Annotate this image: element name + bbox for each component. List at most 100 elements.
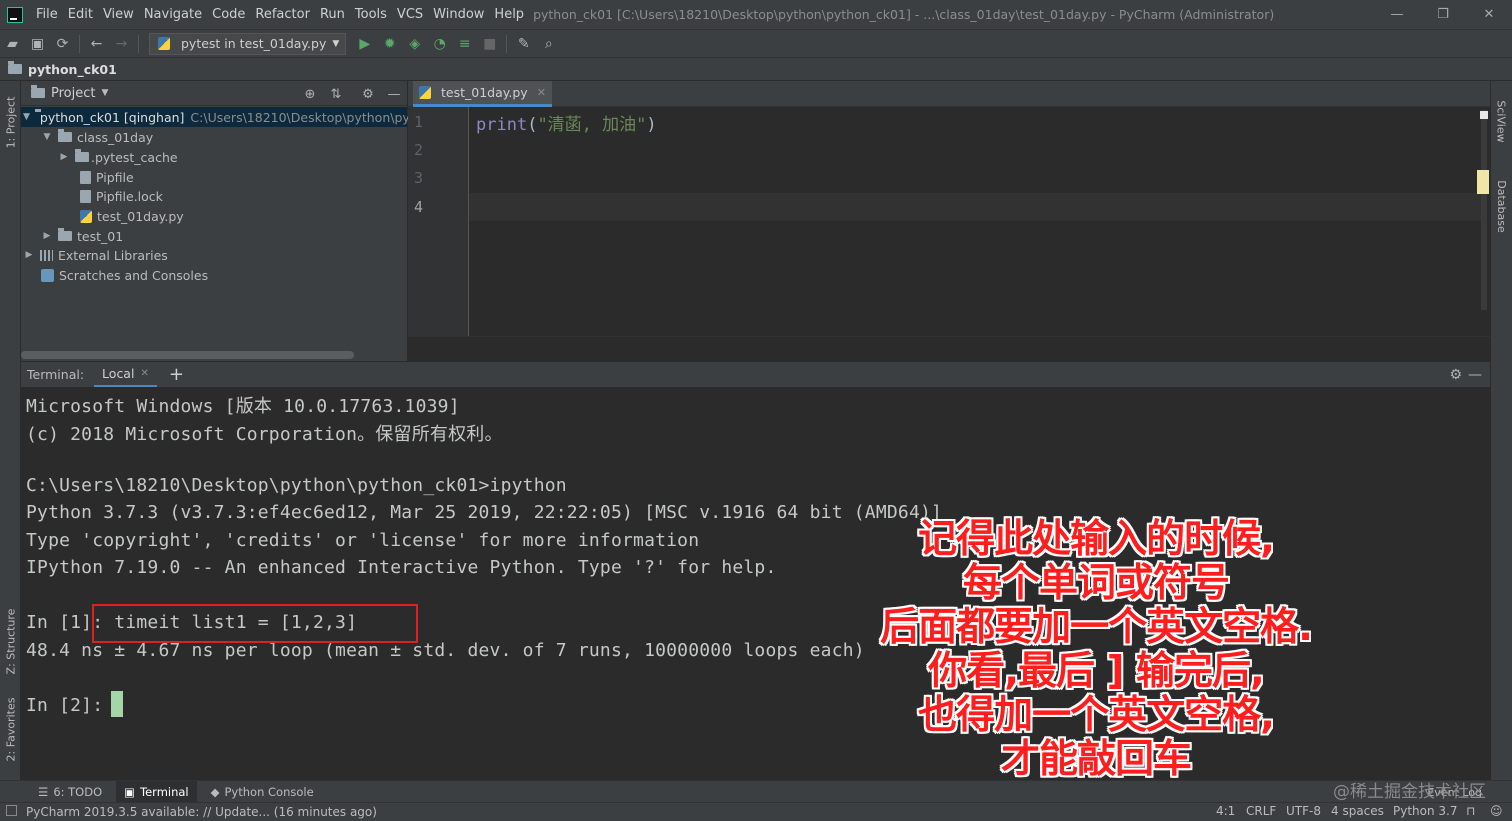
tree-item-pipfile[interactable]: Pipfile <box>21 167 407 187</box>
cursor-position[interactable]: 4:1 <box>1216 804 1235 818</box>
favorites-tool-tab[interactable]: 2: Favorites <box>0 689 21 769</box>
open-folder-icon[interactable]: ▰ <box>0 33 25 55</box>
tree-item-label: External Libraries <box>58 247 168 263</box>
tree-item-class-01day[interactable]: ▼ class_01day <box>21 127 407 147</box>
menu-window[interactable]: Window <box>428 0 489 29</box>
horizontal-scrollbar[interactable] <box>21 351 354 359</box>
tree-item-label: Pipfile.lock <box>96 188 163 204</box>
annotation-line: 你看,最后 ] 输完后, <box>928 649 1265 694</box>
sync-icon[interactable]: ⟳ <box>50 33 75 55</box>
terminal-line: (c) 2018 Microsoft Corporation。保留所有权利。 <box>26 424 503 445</box>
gear-icon[interactable]: ⚙ <box>358 84 378 104</box>
menu-view[interactable]: View <box>98 0 139 29</box>
new-terminal-plus-icon[interactable]: + <box>169 364 184 385</box>
close-tab-icon[interactable]: ✕ <box>140 368 148 379</box>
expanded-arrow-icon: ▼ <box>23 112 30 122</box>
sciview-tool-tab[interactable]: SciView <box>1491 91 1512 151</box>
folder-icon <box>75 149 89 162</box>
lock-icon[interactable]: ⊓ <box>1466 804 1475 818</box>
terminal-line: Type 'copyright', 'credits' or 'license'… <box>26 530 700 551</box>
line-separator[interactable]: CRLF <box>1246 804 1276 818</box>
tree-item-label: test_01 <box>77 228 124 244</box>
expanded-arrow-icon: ▼ <box>43 132 51 142</box>
inspection-status-icon[interactable] <box>1480 111 1488 119</box>
tool-tab-python-console[interactable]: ◆ Python Console <box>203 781 322 803</box>
terminal-tab-local[interactable]: Local ✕ <box>94 362 157 388</box>
indent-setting[interactable]: 4 spaces <box>1331 804 1384 818</box>
code-editor[interactable]: print("清菡, 加油") <box>469 107 1490 336</box>
close-tab-icon[interactable]: ✕ <box>537 86 546 99</box>
profile-icon[interactable]: ◔ <box>427 33 452 55</box>
menu-run[interactable]: Run <box>315 0 350 29</box>
project-panel-header: Project ▼ ⊕ ⇅ ⚙ — <box>21 81 407 106</box>
line-number: 3 <box>414 169 424 187</box>
structure-tool-tab[interactable]: Z: Structure <box>0 596 21 686</box>
right-tool-strip: SciView Database <box>1490 81 1512 780</box>
save-all-icon[interactable]: ▣ <box>25 33 50 55</box>
breadcrumb-project[interactable]: python_ck01 <box>28 62 117 77</box>
collapse-all-icon[interactable]: ⇅ <box>326 84 346 104</box>
hide-panel-icon[interactable]: — <box>384 84 404 104</box>
tool-tab-terminal[interactable]: ▣ Terminal <box>116 780 197 803</box>
menu-file[interactable]: File <box>31 0 63 29</box>
editor-tab-label: test_01day.py <box>441 85 528 100</box>
status-toggle-icon[interactable] <box>6 805 17 816</box>
menu-help[interactable]: Help <box>489 0 529 29</box>
line-number-gutter: 1 2 3 4 <box>408 107 469 336</box>
back-arrow-icon[interactable]: ← <box>84 33 109 55</box>
tree-item-pytest-cache[interactable]: ▶ .pytest_cache <box>21 147 407 167</box>
editor-tab-test-01day[interactable]: test_01day.py ✕ <box>413 81 552 107</box>
locate-icon[interactable]: ⊕ <box>300 84 320 104</box>
terminal-icon: ▣ <box>124 784 136 799</box>
code-string: "清菡, 加油" <box>537 115 647 135</box>
python-file-icon <box>419 86 431 99</box>
coverage-icon[interactable]: ◈ <box>402 33 427 55</box>
tree-item-external-libraries[interactable]: ▶ External Libraries <box>21 245 407 265</box>
scrollbar-marker <box>1477 170 1489 194</box>
chevron-down-icon: ▼ <box>101 88 109 98</box>
title-bar: File Edit View Navigate Code Refactor Ru… <box>0 0 1512 29</box>
run-config-label: pytest in test_01day.py <box>181 36 327 51</box>
run-icon[interactable]: ▶ <box>352 33 377 55</box>
project-view-selector[interactable]: Project <box>51 86 95 101</box>
tree-item-label: Scratches and Consoles <box>59 267 209 283</box>
run-config-select[interactable]: pytest in test_01day.py ▼ <box>149 32 347 55</box>
concurrency-icon[interactable]: ≡ <box>452 33 477 55</box>
gear-icon[interactable]: ⚙ <box>1449 367 1462 383</box>
tree-item-scratches[interactable]: Scratches and Consoles <box>21 265 407 285</box>
tree-item-root[interactable]: ▼ python_ck01 [qinghan] C:\Users\18210\D… <box>21 107 410 127</box>
annotation-line: 记得此处输入的时候, <box>918 517 1275 562</box>
close-window-button[interactable]: ✕ <box>1466 0 1512 29</box>
hide-panel-icon[interactable]: — <box>1468 367 1482 383</box>
stop-icon[interactable]: ■ <box>477 33 502 55</box>
tree-item-pipfile-lock[interactable]: Pipfile.lock <box>21 186 407 206</box>
line-number: 2 <box>414 141 424 159</box>
file-encoding[interactable]: UTF-8 <box>1286 804 1321 818</box>
menu-vcs[interactable]: VCS <box>392 0 428 29</box>
status-message[interactable]: PyCharm 2019.3.5 available: // Update...… <box>26 805 377 819</box>
menu-refactor[interactable]: Refactor <box>250 0 315 29</box>
wrench-icon[interactable]: ✎ <box>511 33 536 55</box>
search-icon[interactable]: ⌕ <box>536 33 561 55</box>
minimize-button[interactable]: — <box>1374 0 1420 29</box>
pycharm-logo-icon <box>7 6 23 23</box>
menu-tools[interactable]: Tools <box>350 0 392 29</box>
editor-scrollbar[interactable] <box>1481 110 1487 310</box>
tree-item-test-01day[interactable]: test_01day.py <box>21 206 407 226</box>
python-interpreter[interactable]: Python 3.7 <box>1393 804 1458 818</box>
annotation-line: 才能敲回车 <box>1000 737 1192 782</box>
file-icon <box>80 189 91 203</box>
menu-code[interactable]: Code <box>207 0 250 29</box>
tree-item-label: python_ck01 [qinghan] <box>39 109 185 125</box>
project-tool-tab[interactable]: 1: Project <box>0 87 21 157</box>
restore-button[interactable]: ❐ <box>1420 0 1466 29</box>
tree-item-test-01[interactable]: ▶ test_01 <box>21 226 407 246</box>
tool-tab-todo[interactable]: ☰ 6: TODO <box>30 781 110 803</box>
database-tool-tab[interactable]: Database <box>1491 171 1512 241</box>
forward-arrow-icon[interactable]: → <box>109 33 134 55</box>
status-bar: PyCharm 2019.3.5 available: // Update...… <box>0 802 1512 821</box>
menu-navigate[interactable]: Navigate <box>139 0 207 29</box>
inspector-icon[interactable]: ☺ <box>1490 804 1503 818</box>
menu-edit[interactable]: Edit <box>63 0 98 29</box>
debug-icon[interactable]: ✹ <box>377 33 402 55</box>
